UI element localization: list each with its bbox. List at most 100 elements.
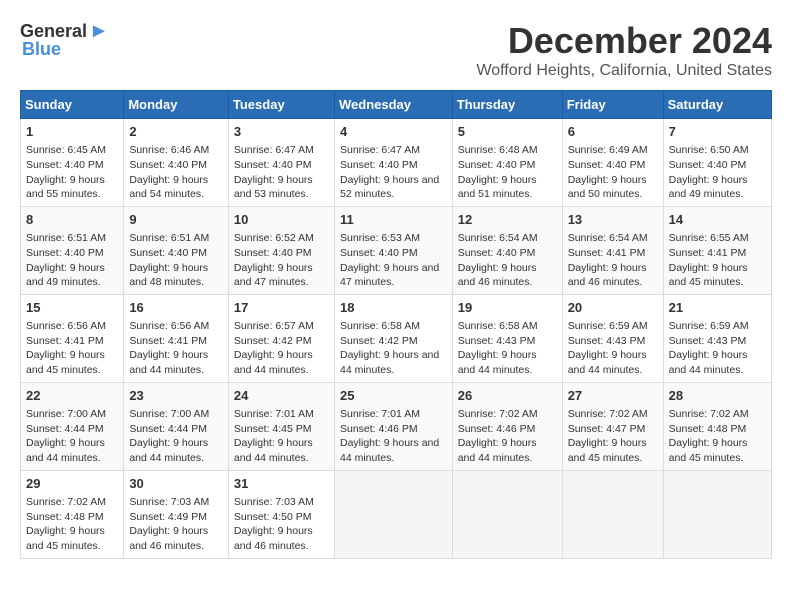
day-number: 22: [26, 387, 118, 405]
sunrise-text: Sunrise: 7:00 AM: [129, 407, 223, 422]
sunrise-text: Sunrise: 6:48 AM: [458, 143, 557, 158]
sunrise-text: Sunrise: 6:58 AM: [458, 319, 557, 334]
sunrise-text: Sunrise: 7:01 AM: [340, 407, 447, 422]
sunset-text: Sunset: 4:42 PM: [340, 334, 447, 349]
sunrise-text: Sunrise: 6:51 AM: [26, 231, 118, 246]
day-number: 5: [458, 123, 557, 141]
page-header: General ► Blue December 2024 Wofford Hei…: [20, 20, 772, 80]
day-number: 26: [458, 387, 557, 405]
day-number: 12: [458, 211, 557, 229]
sunset-text: Sunset: 4:43 PM: [458, 334, 557, 349]
sunset-text: Sunset: 4:49 PM: [129, 510, 223, 525]
header-friday: Friday: [562, 91, 663, 119]
sunset-text: Sunset: 4:50 PM: [234, 510, 329, 525]
calendar-cell: 17Sunrise: 6:57 AMSunset: 4:42 PMDayligh…: [228, 294, 334, 382]
sunset-text: Sunset: 4:40 PM: [458, 158, 557, 173]
sunset-text: Sunset: 4:43 PM: [568, 334, 658, 349]
calendar-cell: 7Sunrise: 6:50 AMSunset: 4:40 PMDaylight…: [663, 119, 771, 207]
header-wednesday: Wednesday: [334, 91, 452, 119]
daylight-text: Daylight: 9 hours and 44 minutes.: [234, 348, 329, 377]
daylight-text: Daylight: 9 hours and 55 minutes.: [26, 173, 118, 202]
day-number: 9: [129, 211, 223, 229]
day-number: 29: [26, 475, 118, 493]
calendar-cell: 26Sunrise: 7:02 AMSunset: 4:46 PMDayligh…: [452, 382, 562, 470]
sunset-text: Sunset: 4:42 PM: [234, 334, 329, 349]
daylight-text: Daylight: 9 hours and 46 minutes.: [568, 261, 658, 290]
daylight-text: Daylight: 9 hours and 52 minutes.: [340, 173, 447, 202]
sunrise-text: Sunrise: 7:03 AM: [234, 495, 329, 510]
sunrise-text: Sunrise: 6:58 AM: [340, 319, 447, 334]
calendar-cell: 23Sunrise: 7:00 AMSunset: 4:44 PMDayligh…: [124, 382, 229, 470]
sunrise-text: Sunrise: 6:59 AM: [669, 319, 766, 334]
daylight-text: Daylight: 9 hours and 44 minutes.: [669, 348, 766, 377]
sunset-text: Sunset: 4:44 PM: [26, 422, 118, 437]
header-row: SundayMondayTuesdayWednesdayThursdayFrid…: [21, 91, 772, 119]
sunset-text: Sunset: 4:40 PM: [568, 158, 658, 173]
header-sunday: Sunday: [21, 91, 124, 119]
calendar-cell: [663, 470, 771, 558]
daylight-text: Daylight: 9 hours and 49 minutes.: [26, 261, 118, 290]
sunset-text: Sunset: 4:40 PM: [129, 246, 223, 261]
sunset-text: Sunset: 4:40 PM: [458, 246, 557, 261]
header-monday: Monday: [124, 91, 229, 119]
calendar-cell: 21Sunrise: 6:59 AMSunset: 4:43 PMDayligh…: [663, 294, 771, 382]
day-number: 7: [669, 123, 766, 141]
sunrise-text: Sunrise: 7:02 AM: [26, 495, 118, 510]
sunrise-text: Sunrise: 6:52 AM: [234, 231, 329, 246]
sunset-text: Sunset: 4:41 PM: [669, 246, 766, 261]
sunrise-text: Sunrise: 6:56 AM: [129, 319, 223, 334]
daylight-text: Daylight: 9 hours and 44 minutes.: [458, 348, 557, 377]
sunrise-text: Sunrise: 6:49 AM: [568, 143, 658, 158]
calendar-cell: 14Sunrise: 6:55 AMSunset: 4:41 PMDayligh…: [663, 206, 771, 294]
calendar-cell: 1Sunrise: 6:45 AMSunset: 4:40 PMDaylight…: [21, 119, 124, 207]
sunset-text: Sunset: 4:46 PM: [340, 422, 447, 437]
sunset-text: Sunset: 4:40 PM: [26, 158, 118, 173]
header-tuesday: Tuesday: [228, 91, 334, 119]
calendar-cell: 31Sunrise: 7:03 AMSunset: 4:50 PMDayligh…: [228, 470, 334, 558]
logo-text-blue: Blue: [20, 39, 61, 60]
daylight-text: Daylight: 9 hours and 44 minutes.: [340, 348, 447, 377]
sunrise-text: Sunrise: 7:02 AM: [458, 407, 557, 422]
sunrise-text: Sunrise: 7:00 AM: [26, 407, 118, 422]
daylight-text: Daylight: 9 hours and 45 minutes.: [669, 436, 766, 465]
daylight-text: Daylight: 9 hours and 49 minutes.: [669, 173, 766, 202]
daylight-text: Daylight: 9 hours and 46 minutes.: [129, 524, 223, 553]
sunrise-text: Sunrise: 6:47 AM: [234, 143, 329, 158]
calendar-cell: 25Sunrise: 7:01 AMSunset: 4:46 PMDayligh…: [334, 382, 452, 470]
sunset-text: Sunset: 4:48 PM: [669, 422, 766, 437]
day-number: 15: [26, 299, 118, 317]
location-title: Wofford Heights, California, United Stat…: [476, 62, 772, 80]
day-number: 1: [26, 123, 118, 141]
day-number: 4: [340, 123, 447, 141]
sunset-text: Sunset: 4:40 PM: [26, 246, 118, 261]
daylight-text: Daylight: 9 hours and 45 minutes.: [568, 436, 658, 465]
daylight-text: Daylight: 9 hours and 45 minutes.: [26, 348, 118, 377]
sunrise-text: Sunrise: 6:51 AM: [129, 231, 223, 246]
sunset-text: Sunset: 4:41 PM: [26, 334, 118, 349]
daylight-text: Daylight: 9 hours and 47 minutes.: [340, 261, 447, 290]
header-thursday: Thursday: [452, 91, 562, 119]
calendar-table: SundayMondayTuesdayWednesdayThursdayFrid…: [20, 90, 772, 559]
day-number: 14: [669, 211, 766, 229]
sunrise-text: Sunrise: 6:57 AM: [234, 319, 329, 334]
sunset-text: Sunset: 4:40 PM: [129, 158, 223, 173]
sunset-text: Sunset: 4:40 PM: [340, 246, 447, 261]
calendar-cell: [562, 470, 663, 558]
daylight-text: Daylight: 9 hours and 44 minutes.: [458, 436, 557, 465]
daylight-text: Daylight: 9 hours and 46 minutes.: [458, 261, 557, 290]
calendar-cell: 28Sunrise: 7:02 AMSunset: 4:48 PMDayligh…: [663, 382, 771, 470]
sunrise-text: Sunrise: 6:54 AM: [568, 231, 658, 246]
daylight-text: Daylight: 9 hours and 54 minutes.: [129, 173, 223, 202]
sunrise-text: Sunrise: 6:54 AM: [458, 231, 557, 246]
week-row-4: 22Sunrise: 7:00 AMSunset: 4:44 PMDayligh…: [21, 382, 772, 470]
day-number: 10: [234, 211, 329, 229]
sunset-text: Sunset: 4:45 PM: [234, 422, 329, 437]
calendar-cell: 11Sunrise: 6:53 AMSunset: 4:40 PMDayligh…: [334, 206, 452, 294]
day-number: 21: [669, 299, 766, 317]
week-row-2: 8Sunrise: 6:51 AMSunset: 4:40 PMDaylight…: [21, 206, 772, 294]
calendar-cell: 12 Sunrise: 6:54 AMSunset: 4:40 PMDayligh…: [452, 206, 562, 294]
calendar-cell: 22Sunrise: 7:00 AMSunset: 4:44 PMDayligh…: [21, 382, 124, 470]
daylight-text: Daylight: 9 hours and 44 minutes.: [129, 348, 223, 377]
sunset-text: Sunset: 4:47 PM: [568, 422, 658, 437]
daylight-text: Daylight: 9 hours and 45 minutes.: [669, 261, 766, 290]
